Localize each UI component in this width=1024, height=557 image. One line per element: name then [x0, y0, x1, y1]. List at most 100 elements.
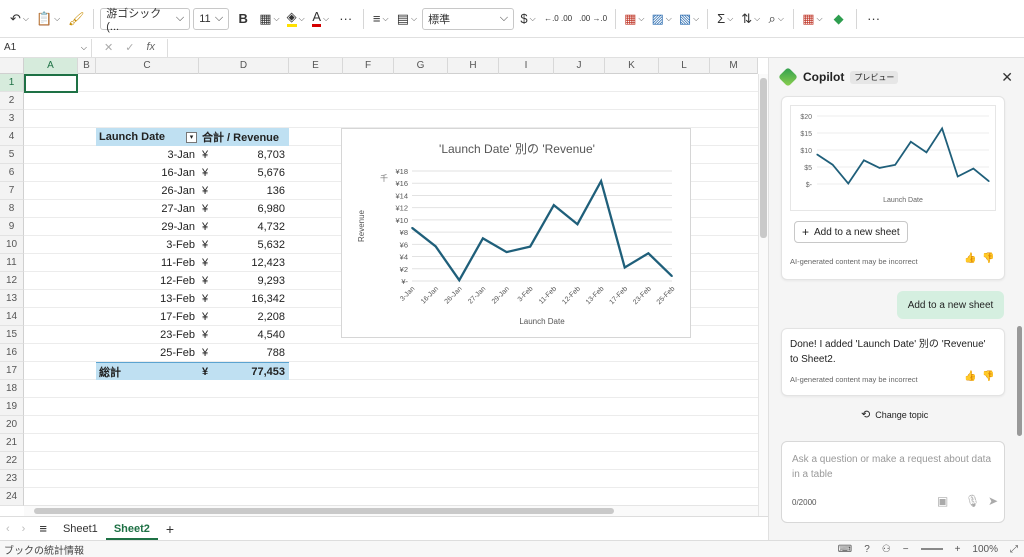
row-header[interactable]: 16 [0, 344, 24, 362]
scroll-thumb[interactable] [760, 78, 767, 238]
column-header[interactable]: G [394, 58, 448, 74]
column-header[interactable]: J [554, 58, 605, 74]
microphone-icon[interactable]: 🎙 [965, 494, 980, 508]
scroll-thumb[interactable] [34, 508, 614, 514]
copilot-input-placeholder[interactable]: Ask a question or make a request about d… [792, 452, 997, 482]
thumbs-up-icon[interactable]: 👍 [964, 253, 976, 264]
all-sheets-icon[interactable]: ≡ [31, 521, 55, 536]
add-to-new-sheet-button[interactable]: + Add to a new sheet [794, 221, 908, 243]
help-icon[interactable]: ? [864, 544, 870, 555]
row-header[interactable]: 7 [0, 182, 24, 200]
decrease-decimal-button[interactable]: .00 →.0 [577, 7, 609, 31]
thumbs-down-icon[interactable]: 👎 [982, 371, 994, 382]
send-icon[interactable]: ➤ [988, 494, 998, 508]
row-header[interactable]: 4 [0, 128, 24, 146]
currency-button[interactable]: $ ⌵ [517, 7, 539, 31]
name-box[interactable]: A1 ⌵ [0, 38, 92, 57]
row-header[interactable]: 20 [0, 416, 24, 434]
column-header[interactable]: C [96, 58, 199, 74]
more-font-options[interactable]: ··· [335, 7, 357, 31]
font-name-select[interactable]: 游ゴシック (... ⌵ [100, 7, 191, 33]
row-header[interactable]: 19 [0, 398, 24, 416]
zoom-level[interactable]: 100% [972, 544, 998, 555]
row-header[interactable]: 21 [0, 434, 24, 452]
row-header[interactable]: 17 [0, 362, 24, 380]
thumbs-up-icon[interactable]: 👍 [964, 371, 976, 382]
column-header[interactable]: L [659, 58, 710, 74]
undo-button[interactable]: ↶ ⌵ [8, 7, 31, 31]
check-icon[interactable]: ✓ [125, 41, 134, 54]
row-header[interactable]: 12 [0, 272, 24, 290]
fill-color-button[interactable]: ◈ ⌵ [285, 7, 307, 31]
tab-sheet2[interactable]: Sheet2 [105, 518, 158, 540]
column-header[interactable]: I [499, 58, 554, 74]
row-header[interactable]: 5 [0, 146, 24, 164]
function-icon[interactable]: fx [146, 41, 155, 54]
sort-filter-button[interactable]: ⇅ ⌵ [739, 7, 762, 31]
row-header[interactable]: 23 [0, 470, 24, 488]
change-topic-button[interactable]: ⟲ Change topic [861, 408, 928, 421]
keyboard-icon[interactable]: ⌨ [838, 544, 852, 555]
column-header[interactable]: D [199, 58, 289, 74]
prev-sheet-icon[interactable]: ‹ [0, 523, 16, 535]
row-header[interactable]: 9 [0, 218, 24, 236]
formula-input[interactable] [167, 38, 1024, 57]
add-sheet-button[interactable]: + [158, 518, 182, 540]
prompt-guide-icon[interactable]: ▣ [937, 494, 948, 508]
row-header[interactable]: 18 [0, 380, 24, 398]
select-all-corner[interactable] [0, 58, 24, 74]
row-header[interactable]: 10 [0, 236, 24, 254]
wrap-button[interactable]: ▤ ⌵ [395, 7, 419, 31]
expand-icon[interactable]: ⤢ [1010, 544, 1018, 555]
workbook-stats[interactable]: ブックの統計情報 [4, 542, 84, 557]
next-sheet-icon[interactable]: › [16, 523, 32, 535]
column-header[interactable]: M [710, 58, 758, 74]
format-painter-button[interactable]: 🖌 [65, 7, 87, 31]
row-header[interactable]: 13 [0, 290, 24, 308]
horizontal-scrollbar[interactable] [24, 505, 758, 516]
row-header[interactable]: 14 [0, 308, 24, 326]
increase-decimal-button[interactable]: ←.0 .00 [542, 7, 574, 31]
column-header[interactable]: A [24, 58, 78, 74]
column-header[interactable]: E [289, 58, 343, 74]
zoom-slider[interactable] [920, 548, 943, 550]
font-color-button[interactable]: A ⌵ [310, 7, 332, 31]
borders-button[interactable]: ▦ ⌵ [257, 7, 281, 31]
find-button[interactable]: ⌕ ⌵ [765, 7, 787, 31]
addins-button[interactable]: ▦ ⌵ [800, 7, 824, 31]
row-header[interactable]: 2 [0, 92, 24, 110]
bold-button[interactable]: B [232, 7, 254, 31]
format-table-button[interactable]: ▨ ⌵ [649, 7, 673, 31]
row-header[interactable]: 11 [0, 254, 24, 272]
filter-dropdown-icon[interactable]: ▾ [186, 131, 197, 143]
conditional-format-button[interactable]: ▦ ⌵ [622, 7, 646, 31]
row-header[interactable]: 22 [0, 452, 24, 470]
vertical-scrollbar[interactable] [758, 74, 768, 516]
copilot-input-box[interactable]: Ask a question or make a request about d… [781, 441, 1005, 523]
row-header[interactable]: 15 [0, 326, 24, 344]
align-button[interactable]: ≡ ⌵ [370, 7, 392, 31]
active-cell-a1[interactable] [24, 74, 78, 93]
row-header[interactable]: 8 [0, 200, 24, 218]
row-header[interactable]: 1 [0, 74, 24, 92]
cancel-icon[interactable]: ✕ [104, 41, 113, 54]
number-format-select[interactable]: 標準 ⌵ [422, 7, 515, 30]
tab-sheet1[interactable]: Sheet1 [55, 518, 106, 540]
paste-button[interactable]: 📋 ⌵ [34, 7, 62, 31]
column-header[interactable]: F [343, 58, 394, 74]
copilot-ribbon-button[interactable]: ◆ [828, 7, 850, 31]
column-header[interactable]: B [78, 58, 96, 74]
column-header[interactable]: H [448, 58, 499, 74]
row-header[interactable]: 3 [0, 110, 24, 128]
zoom-in-icon[interactable]: + [955, 544, 961, 555]
zoom-out-icon[interactable]: − [903, 544, 909, 555]
row-header[interactable]: 6 [0, 164, 24, 182]
people-icon[interactable]: ⚇ [882, 544, 891, 555]
pane-scrollbar[interactable] [1017, 326, 1022, 436]
row-header[interactable]: 24 [0, 488, 24, 506]
autosum-button[interactable]: Σ ⌵ [714, 7, 736, 31]
column-header[interactable]: K [605, 58, 659, 74]
ribbon-overflow-button[interactable]: ··· [863, 7, 885, 31]
revenue-chart[interactable]: 'Launch Date' 別の 'Revenue' ¥- ¥2 ¥4 ¥6 ¥8 ¥10 ¥… [341, 128, 691, 338]
cell-styles-button[interactable]: ▧ ⌵ [677, 7, 701, 31]
